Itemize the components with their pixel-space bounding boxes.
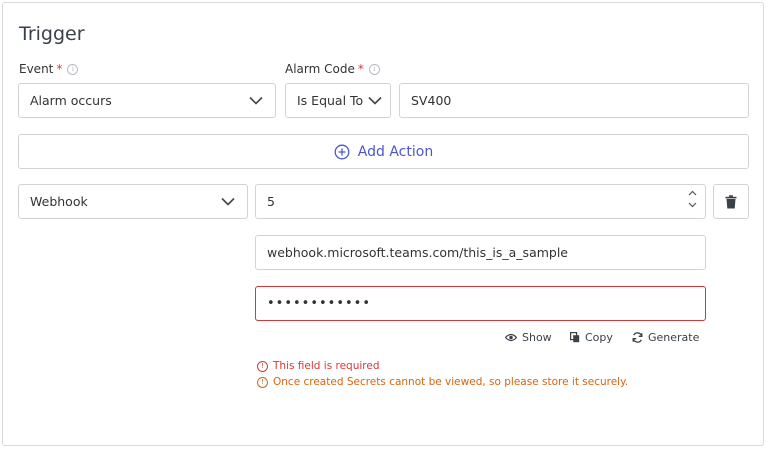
refresh-icon — [632, 332, 643, 343]
copy-button[interactable]: Copy — [570, 331, 613, 344]
required-error-text: This field is required — [273, 360, 380, 372]
action-type-value: Webhook — [30, 194, 88, 209]
show-button[interactable]: Show — [505, 331, 552, 344]
plus-circle-icon — [334, 144, 350, 159]
number-input[interactable]: 5 — [255, 184, 706, 219]
secret-warning-text: Once created Secrets cannot be viewed, s… — [273, 376, 629, 388]
copy-icon — [570, 332, 580, 343]
required-error: ! This field is required — [257, 360, 380, 372]
number-input-value: 5 — [267, 194, 275, 209]
alert-circle-icon: ! — [257, 376, 268, 388]
event-select[interactable]: Alarm occurs — [18, 83, 276, 118]
trigger-card: Trigger Event * i Alarm Code * i Alarm o… — [2, 2, 764, 446]
number-stepper[interactable] — [688, 190, 697, 208]
chevron-down-icon[interactable] — [688, 202, 697, 208]
operator-select-value: Is Equal To — [297, 93, 364, 108]
alarm-code-label-text: Alarm Code — [285, 62, 355, 76]
chevron-down-icon — [221, 197, 235, 206]
section-title: Trigger — [19, 23, 85, 45]
webhook-url-input[interactable]: webhook.microsoft.teams.com/this_is_a_sa… — [255, 235, 706, 270]
show-label: Show — [522, 331, 552, 344]
action-type-select[interactable]: Webhook — [18, 184, 248, 219]
alert-circle-icon: ! — [257, 360, 268, 372]
generate-label: Generate — [648, 331, 700, 344]
chevron-down-icon — [249, 96, 263, 105]
secret-input[interactable]: •••••••••••• — [255, 286, 706, 321]
info-icon: i — [368, 63, 380, 75]
secret-warning: ! Once created Secrets cannot be viewed,… — [257, 376, 628, 388]
copy-label: Copy — [585, 331, 613, 344]
info-icon: i — [67, 63, 79, 75]
alarm-code-input[interactable]: SV400 — [399, 83, 749, 118]
eye-icon — [505, 333, 517, 342]
generate-button[interactable]: Generate — [632, 331, 699, 344]
event-select-value: Alarm occurs — [30, 93, 112, 108]
event-label-text: Event — [19, 62, 54, 76]
delete-action-button[interactable] — [713, 184, 749, 219]
add-action-label: Add Action — [357, 143, 434, 160]
webhook-url-value: webhook.microsoft.teams.com/this_is_a_sa… — [267, 245, 569, 260]
event-label: Event * i — [19, 62, 79, 76]
chevron-down-icon — [368, 96, 382, 105]
chevron-up-icon[interactable] — [688, 190, 697, 196]
alarm-code-label: Alarm Code * i — [285, 62, 380, 76]
operator-select[interactable]: Is Equal To — [285, 83, 391, 118]
alarm-code-input-value: SV400 — [411, 93, 452, 108]
trash-icon — [725, 194, 737, 208]
add-action-button[interactable]: Add Action — [18, 134, 749, 169]
required-mark: * — [56, 62, 63, 76]
required-mark: * — [357, 62, 364, 76]
secret-input-value: •••••••••••• — [267, 296, 372, 311]
